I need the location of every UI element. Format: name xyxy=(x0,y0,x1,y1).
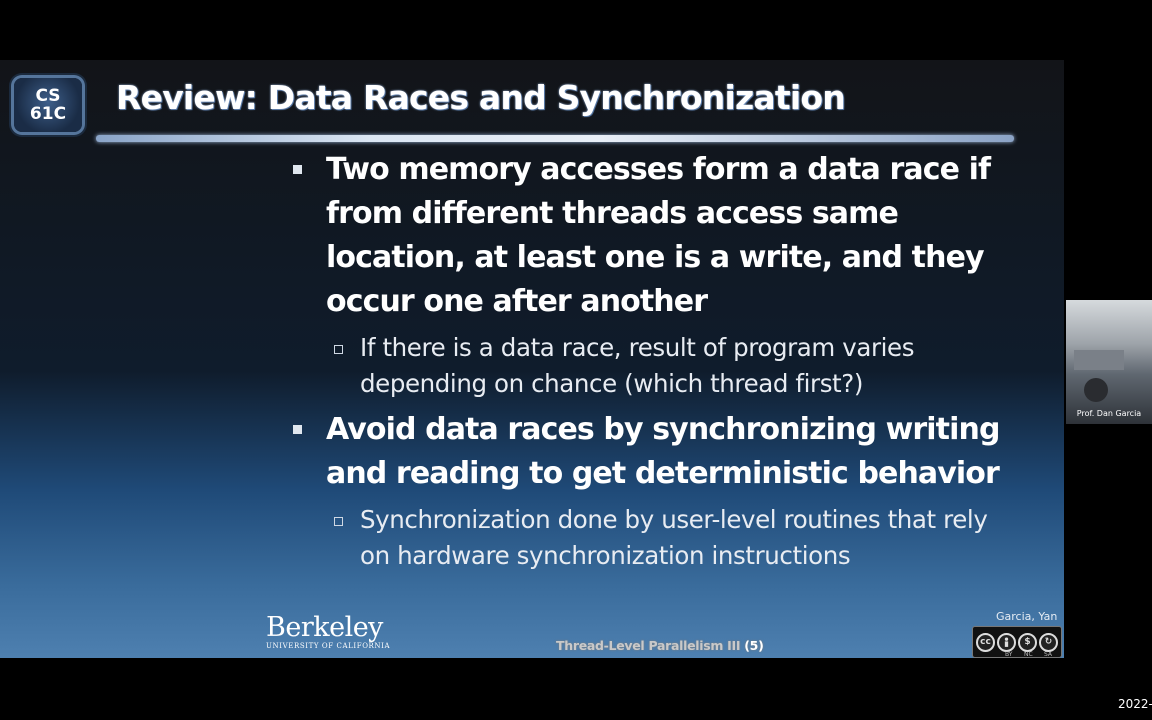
nc-icon: $ xyxy=(1018,632,1037,652)
page-number: (5) xyxy=(744,638,764,653)
sa-icon: ↻ xyxy=(1039,632,1058,652)
creative-commons-badge: cc $ ↻ BY NC SA xyxy=(972,626,1062,658)
sub-bullet-square-icon xyxy=(334,517,343,526)
bullet-1-text: Two memory accesses form a data race if … xyxy=(326,152,991,319)
title-underline xyxy=(96,135,1014,142)
berkeley-wordmark: Berkeley xyxy=(266,612,383,643)
slide-content: Two memory accesses form a data race if … xyxy=(290,148,1020,574)
bullet-square-icon xyxy=(293,425,302,434)
bullet-2-text: Avoid data races by synchronizing writin… xyxy=(326,412,1000,491)
sub-bullet-1: If there is a data race, result of progr… xyxy=(290,330,1020,402)
speaker-video-thumbnail[interactable]: Prof. Dan Garcia xyxy=(1066,300,1152,424)
bullet-1: Two memory accesses form a data race if … xyxy=(290,148,1020,324)
slide-title: Review: Data Races and Synchronization xyxy=(116,78,846,117)
berkeley-logo: Berkeley UNIVERSITY OF CALIFORNIA xyxy=(266,614,390,651)
sub-bullet-1-text: If there is a data race, result of progr… xyxy=(360,333,915,398)
sub-bullet-2-text: Synchronization done by user-level routi… xyxy=(360,505,988,570)
speaker-name-label: Prof. Dan Garcia xyxy=(1076,409,1142,418)
cs61c-logo: CS 61C xyxy=(14,78,82,132)
berkeley-subtitle: UNIVERSITY OF CALIFORNIA xyxy=(266,642,391,650)
timestamp: 2022- xyxy=(1118,697,1152,711)
by-label: BY xyxy=(1005,651,1013,658)
slide: CS 61C Review: Data Races and Synchroniz… xyxy=(0,60,1064,658)
by-icon xyxy=(997,632,1016,652)
footer-course-title: Thread-Level Parallelism III (5) xyxy=(556,638,764,653)
bullet-2: Avoid data races by synchronizing writin… xyxy=(290,408,1020,496)
nc-label: NC xyxy=(1024,651,1033,658)
slide-authors: Garcia, Yan xyxy=(996,610,1058,623)
bullet-square-icon xyxy=(293,165,302,174)
sub-bullet-2: Synchronization done by user-level routi… xyxy=(290,502,1020,574)
logo-line2: 61C xyxy=(29,104,67,124)
sa-label: SA xyxy=(1044,651,1053,658)
cc-icon: cc xyxy=(976,632,995,652)
sub-bullet-square-icon xyxy=(334,345,343,354)
logo-line1: CS xyxy=(35,86,61,106)
course-title: Thread-Level Parallelism III xyxy=(556,638,741,653)
